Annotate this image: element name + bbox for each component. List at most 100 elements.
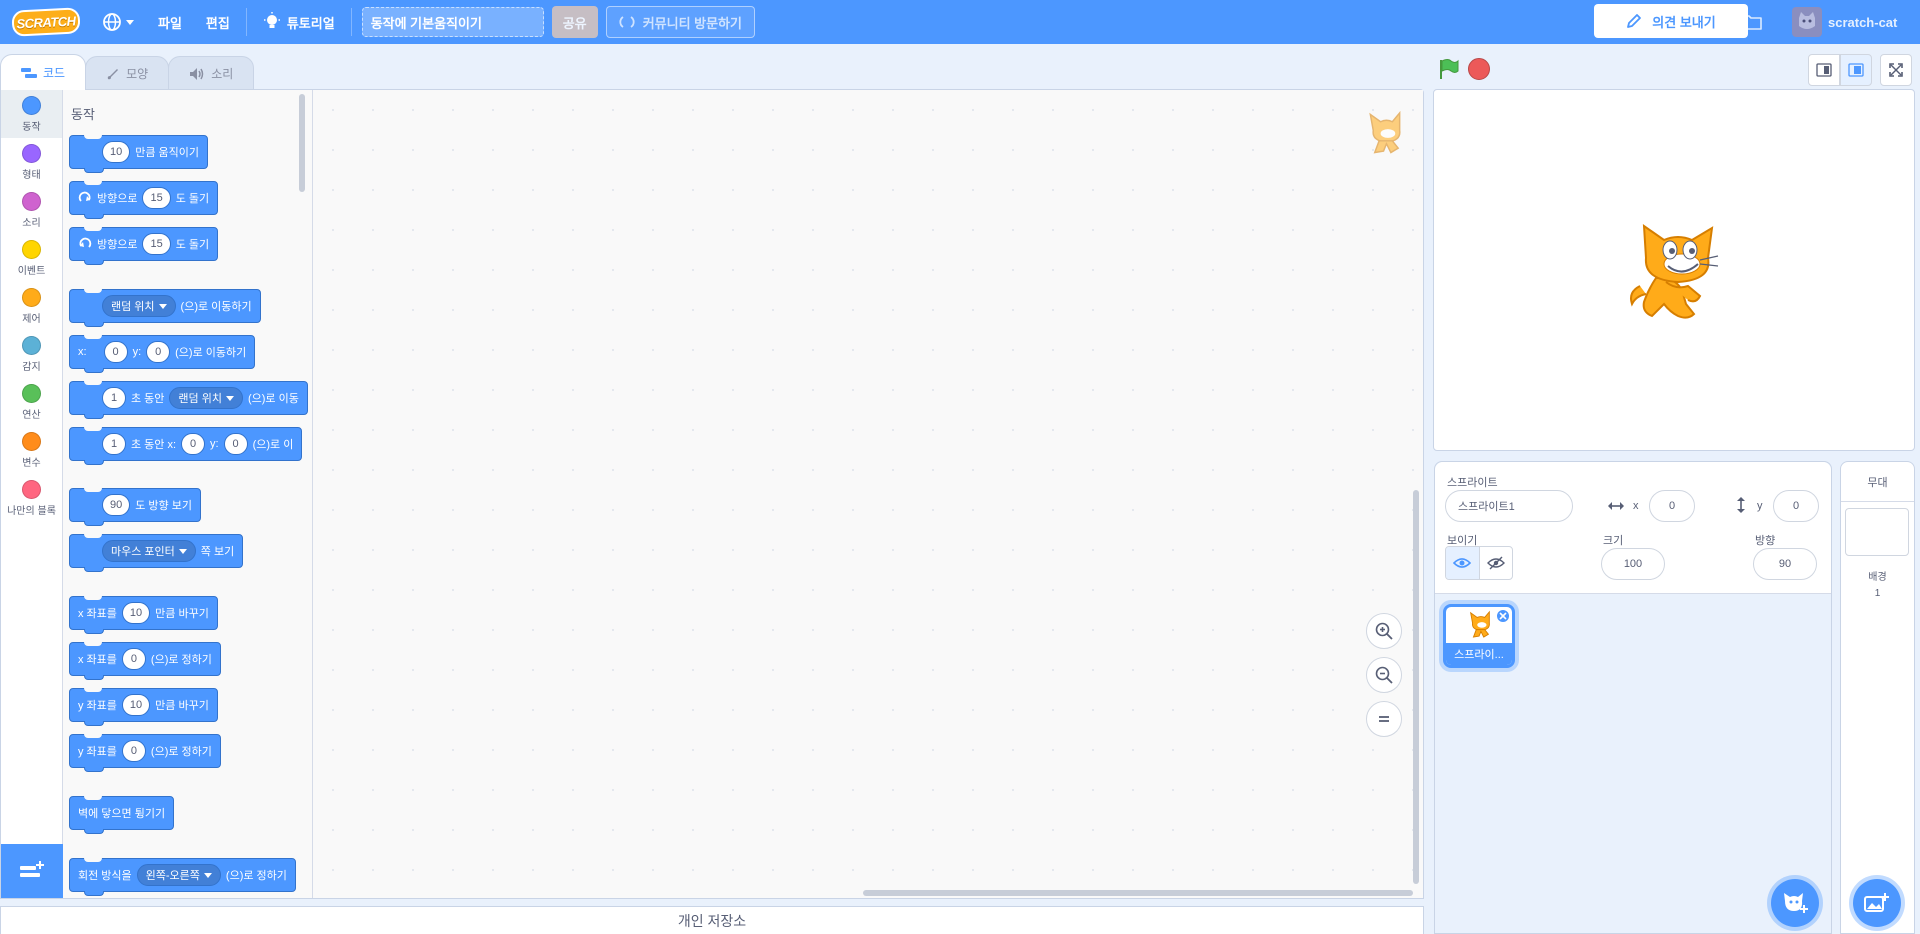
- degrees-input[interactable]: 15: [142, 233, 171, 255]
- dx-input[interactable]: 10: [121, 602, 151, 624]
- x-arrows-icon: [1608, 502, 1624, 510]
- choose-sprite-button[interactable]: [1771, 879, 1819, 927]
- delete-sprite-button[interactable]: [1496, 609, 1510, 623]
- category-sensing[interactable]: 감지: [1, 330, 62, 378]
- tutorials-button[interactable]: 튜토리얼: [251, 0, 347, 44]
- caret-down-icon: [158, 303, 167, 309]
- towards-target-dropdown[interactable]: 마우스 포인터: [102, 540, 196, 562]
- hide-sprite-button[interactable]: [1478, 547, 1512, 579]
- category-my-blocks[interactable]: 나만의 블록: [1, 474, 62, 522]
- backpack-label: 개인 저장소: [677, 912, 747, 929]
- rotation-style-dropdown[interactable]: 왼쪽-오른쪽: [136, 864, 221, 886]
- rotate-right-icon: [78, 191, 91, 202]
- y-input[interactable]: 0: [121, 740, 146, 762]
- block-text: x:: [78, 346, 87, 358]
- glide-target-dropdown[interactable]: 랜덤 위치: [169, 387, 243, 409]
- block-bounce-on-edge[interactable]: 벽에 닿으면 튕기기: [69, 796, 175, 834]
- cat-thumbnail-icon: [1470, 610, 1490, 638]
- y-input[interactable]: 0: [223, 433, 248, 455]
- see-community-button[interactable]: 커뮤니티 방문하기: [605, 6, 755, 38]
- sprite-name-label: 스프라이트: [1447, 477, 1498, 489]
- backpack[interactable]: 개인 저장소: [0, 906, 1424, 934]
- category-dot: [22, 143, 41, 163]
- size-input[interactable]: 100: [1601, 548, 1665, 580]
- script-workspace[interactable]: [313, 90, 1423, 898]
- scratch-logo[interactable]: SCRATCH: [11, 7, 81, 37]
- category-sound[interactable]: 소리: [1, 186, 62, 234]
- block-text: 방향으로: [97, 193, 138, 205]
- dy-input[interactable]: 10: [121, 694, 151, 716]
- sprite-info: 스프라이트 x 0 y 0 보이기 크기 100 방향 90: [1435, 462, 1831, 594]
- small-stage-button[interactable]: [1808, 54, 1840, 86]
- account-menu[interactable]: scratch-cat: [1792, 6, 1897, 38]
- share-button[interactable]: 공유: [551, 6, 598, 38]
- block-go-to-xy[interactable]: x: 0 y: 0 (으)로 이동하기: [69, 335, 256, 373]
- pencil-icon: [1627, 14, 1642, 28]
- direction-input[interactable]: 90: [1753, 548, 1817, 580]
- block-point-towards[interactable]: 마우스 포인터 쪽 보기: [69, 534, 244, 572]
- show-sprite-button[interactable]: [1446, 547, 1479, 579]
- large-stage-button[interactable]: [1840, 54, 1872, 86]
- tab-costumes[interactable]: 모양: [85, 56, 170, 90]
- stage-canvas[interactable]: [1433, 89, 1915, 451]
- block-turn-left[interactable]: 방향으로 15 도 돌기: [69, 227, 219, 265]
- tutorials-label: 튜토리얼: [286, 15, 335, 31]
- goto-target-dropdown[interactable]: 랜덤 위치: [102, 295, 176, 317]
- block-point-in-direction[interactable]: 90 도 방향 보기: [69, 488, 201, 526]
- zoom-out-button[interactable]: [1366, 657, 1402, 693]
- y-position-input[interactable]: 0: [1773, 490, 1819, 522]
- feedback-button[interactable]: 의견 보내기: [1594, 4, 1748, 38]
- x-input[interactable]: 0: [121, 648, 146, 670]
- steps-input[interactable]: 10: [102, 141, 131, 163]
- y-input[interactable]: 0: [146, 341, 171, 363]
- category-events[interactable]: 이벤트: [1, 234, 62, 282]
- edit-menu[interactable]: 편집: [194, 0, 242, 44]
- block-move-steps[interactable]: 10 만큼 움직이기: [69, 135, 209, 173]
- block-set-rotation-style[interactable]: 회전 방식을 왼쪽-오른쪽 (으)로 정하기: [69, 858, 296, 896]
- category-control[interactable]: 제어: [1, 282, 62, 330]
- add-extension-button[interactable]: [1, 844, 63, 898]
- stop-button[interactable]: [1468, 58, 1490, 80]
- file-menu[interactable]: 파일: [146, 0, 194, 44]
- block-change-x[interactable]: x 좌표를 10 만큼 바꾸기: [69, 596, 218, 634]
- tab-code[interactable]: 코드: [0, 54, 87, 90]
- zoom-reset-button[interactable]: [1366, 701, 1402, 737]
- workspace-horizontal-scrollbar[interactable]: [863, 890, 1413, 896]
- size-label: 크기: [1603, 535, 1624, 547]
- category-variables[interactable]: 변수: [1, 426, 62, 474]
- category-motion[interactable]: 동작: [1, 90, 62, 138]
- choose-backdrop-button[interactable]: [1853, 879, 1901, 927]
- language-menu[interactable]: [90, 0, 146, 44]
- block-go-to[interactable]: 랜덤 위치 (으)로 이동하기: [69, 289, 261, 327]
- block-glide-to-xy[interactable]: 1 초 동안 x: 0 y: 0 (으)로 이: [69, 427, 303, 465]
- cat-sprite[interactable]: [1626, 220, 1726, 326]
- block-turn-right[interactable]: 방향으로 15 도 돌기: [69, 181, 219, 219]
- block-set-y[interactable]: y 좌표를 0 (으)로 정하기: [69, 734, 221, 772]
- palette-scrollbar[interactable]: [299, 94, 305, 192]
- stage-selector[interactable]: 무대 배경 1: [1840, 461, 1915, 934]
- block-glide-to[interactable]: 1 초 동안 랜덤 위치 (으)로 이동: [69, 381, 308, 419]
- x-input[interactable]: 0: [103, 341, 128, 363]
- degrees-input[interactable]: 15: [142, 187, 171, 209]
- workspace-vertical-scrollbar[interactable]: [1413, 490, 1419, 884]
- folder-icon[interactable]: [1740, 10, 1764, 34]
- tab-sounds[interactable]: 소리: [168, 56, 255, 90]
- seconds-input[interactable]: 1: [102, 387, 126, 409]
- sprite-name-input[interactable]: [1445, 490, 1573, 522]
- block-set-x[interactable]: x 좌표를 0 (으)로 정하기: [69, 642, 221, 680]
- sprite-tile[interactable]: 스프라이...: [1443, 604, 1515, 668]
- community-icon: [619, 16, 635, 28]
- seconds-input[interactable]: 1: [102, 433, 126, 455]
- zoom-in-button[interactable]: [1366, 613, 1402, 649]
- category-dot: [22, 95, 41, 115]
- category-operators[interactable]: 연산: [1, 378, 62, 426]
- x-position-input[interactable]: 0: [1649, 490, 1695, 522]
- direction-input[interactable]: 90: [102, 494, 131, 516]
- block-change-y[interactable]: y 좌표를 10 만큼 바꾸기: [69, 688, 218, 726]
- x-input[interactable]: 0: [181, 433, 206, 455]
- category-looks[interactable]: 형태: [1, 138, 62, 186]
- fullscreen-button[interactable]: [1880, 54, 1912, 86]
- green-flag-button[interactable]: [1436, 56, 1462, 82]
- category-label: 제어: [22, 313, 41, 325]
- project-title-input[interactable]: [361, 7, 544, 37]
